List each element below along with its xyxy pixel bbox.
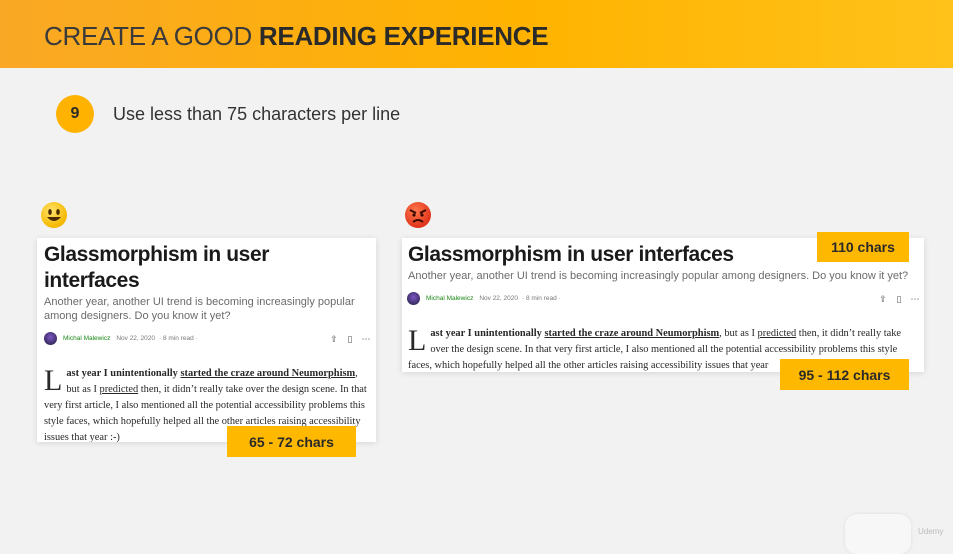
author-name: Michal Malewicz bbox=[63, 335, 111, 342]
udemy-logo bbox=[845, 514, 911, 554]
body-link: started the craze around Neumorphism bbox=[180, 368, 356, 379]
avatar bbox=[407, 292, 420, 305]
slide-title: CREATE A GOOD READING EXPERIENCE bbox=[44, 21, 549, 52]
more-icon: ⋯ bbox=[910, 294, 920, 304]
drop-cap: L bbox=[408, 324, 427, 357]
article-subtitle: Another year, another UI trend is becomi… bbox=[408, 270, 909, 282]
step-text: Use less than 75 characters per line bbox=[113, 104, 401, 124]
article-title: Glassmorphism in user interfaces bbox=[44, 243, 270, 292]
body-link: started the craze around Neumorphism bbox=[544, 328, 720, 339]
article-meta: Michal Malewicz Nov 22, 2020 · 8 min rea… bbox=[407, 292, 561, 305]
char-count-badge-bad: 95 - 112 chars bbox=[780, 359, 909, 390]
avatar bbox=[44, 332, 57, 345]
good-example-article-card: Glassmorphism in user interfaces Another… bbox=[37, 238, 376, 442]
bookmark-icon: ▯ bbox=[347, 334, 353, 344]
more-icon: ⋯ bbox=[361, 334, 371, 344]
body-text-segment: , but as I bbox=[719, 328, 758, 339]
article-title: Glassmorphism in user interfaces bbox=[408, 243, 734, 266]
body-link: predicted bbox=[99, 384, 139, 395]
author-name: Michal Malewicz bbox=[426, 295, 474, 302]
char-count-badge-top: 110 chars bbox=[817, 232, 909, 262]
char-count-badge-good: 65 - 72 chars bbox=[227, 426, 356, 457]
smiling-face-icon bbox=[41, 202, 67, 228]
share-icon: ⇪ bbox=[879, 294, 887, 304]
body-lead: ast year I unintentionally bbox=[430, 328, 545, 339]
article-actions: ⇪ ▯ ⋯ bbox=[878, 294, 920, 304]
step-number-badge: 9 bbox=[56, 95, 94, 133]
read-time: · 8 min read · bbox=[522, 295, 561, 302]
body-lead: ast year I unintentionally bbox=[66, 368, 181, 379]
share-icon: ⇪ bbox=[330, 334, 338, 344]
angry-face-icon bbox=[405, 202, 431, 228]
watermark-text: Udemy bbox=[918, 527, 944, 536]
article-subtitle: Another year, another UI trend is becomi… bbox=[44, 296, 355, 322]
header-bar: CREATE A GOOD READING EXPERIENCE bbox=[0, 0, 953, 68]
body-link: predicted bbox=[757, 328, 797, 339]
article-actions: ⇪ ▯ ⋯ bbox=[329, 334, 371, 344]
publish-date: Nov 22, 2020 bbox=[116, 335, 155, 342]
bookmark-icon: ▯ bbox=[896, 294, 902, 304]
read-time: · 8 min read · bbox=[159, 335, 198, 342]
title-plain: CREATE A GOOD bbox=[44, 21, 259, 51]
publish-date: Nov 22, 2020 bbox=[479, 295, 518, 302]
article-meta: Michal Malewicz Nov 22, 2020 · 8 min rea… bbox=[44, 332, 198, 345]
drop-cap: L bbox=[44, 364, 63, 397]
step-number: 9 bbox=[70, 105, 80, 122]
title-bold: READING EXPERIENCE bbox=[258, 21, 549, 51]
